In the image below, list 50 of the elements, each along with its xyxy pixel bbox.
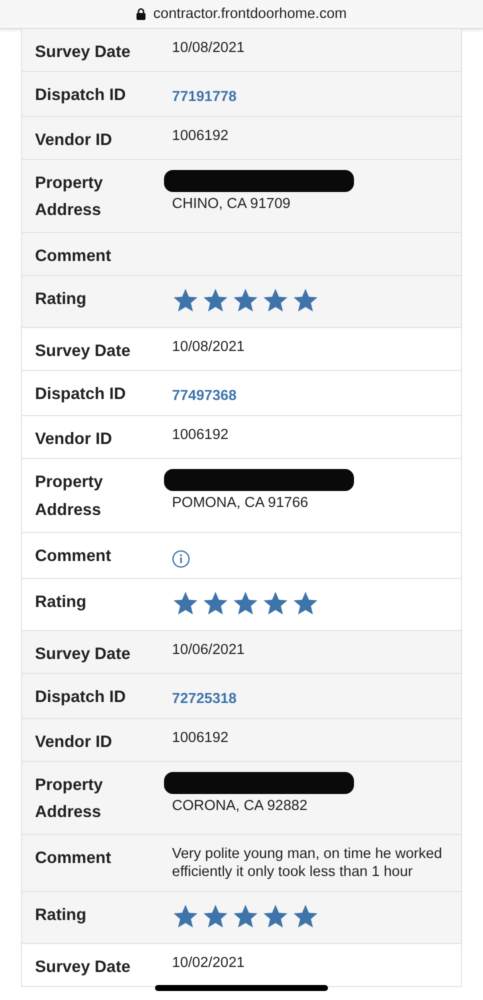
- field-label: Property Address: [34, 774, 104, 824]
- star-icon: [292, 590, 319, 616]
- field-label: Property Address: [34, 472, 104, 521]
- field-value: 10/08/2021: [172, 39, 246, 57]
- star-icon: [232, 590, 259, 616]
- field-label: Vendor ID: [34, 732, 114, 753]
- field-label: Property Address: [34, 173, 104, 222]
- star-icon: [202, 287, 229, 314]
- dispatch-link[interactable]: 77191778: [172, 89, 237, 105]
- field-value: Very polite young man, on time he worked efficiently it only took less than 1 hour: [172, 845, 444, 882]
- field-label: Survey Date: [34, 341, 132, 362]
- star-icon: [262, 287, 289, 314]
- address-text: CHINO, CA 91709: [172, 195, 292, 213]
- star-icon: [202, 590, 229, 616]
- info-icon[interactable]: [172, 550, 190, 568]
- star-icon: [262, 903, 289, 930]
- field-value: 1006192: [172, 426, 230, 444]
- star-icon: [232, 287, 259, 314]
- field-value: 10/02/2021: [172, 954, 246, 972]
- field-label: Comment: [34, 546, 112, 567]
- star-icon: [202, 903, 229, 930]
- field-value: 1006192: [172, 728, 230, 747]
- field-label: Dispatch ID: [34, 384, 127, 406]
- field-value: 10/08/2021: [172, 338, 246, 356]
- field-label: Rating: [34, 289, 88, 310]
- star-icon: [262, 590, 289, 616]
- star-icon: [292, 903, 319, 930]
- star-icon: [172, 287, 199, 314]
- dispatch-link[interactable]: 72725318: [172, 690, 237, 707]
- address-bar[interactable]: contractor.frontdoorhome.com: [0, 0, 483, 29]
- field-label: Comment: [34, 848, 112, 870]
- field-label: Rating: [34, 592, 88, 613]
- field-label: Comment: [34, 246, 112, 268]
- address-text: POMONA, CA 91766: [172, 494, 310, 512]
- star-icon: [172, 590, 199, 616]
- field-label: Survey Date: [34, 42, 132, 63]
- address-text: CORONA, CA 92882: [172, 796, 308, 815]
- field-label: Vendor ID: [34, 130, 114, 151]
- field-label: Dispatch ID: [34, 85, 127, 106]
- field-value: 1006192: [172, 127, 230, 145]
- field-label: Vendor ID: [34, 429, 114, 450]
- field-label: Survey Date: [34, 644, 132, 665]
- field-label: Rating: [34, 905, 88, 926]
- star-icon: [172, 903, 199, 930]
- field-label: Dispatch ID: [34, 686, 127, 708]
- field-label: Survey Date: [34, 957, 132, 978]
- dispatch-link[interactable]: 77497368: [172, 388, 237, 404]
- field-value: 10/06/2021: [172, 640, 246, 659]
- star-icon: [232, 903, 259, 930]
- star-icon: [292, 287, 319, 314]
